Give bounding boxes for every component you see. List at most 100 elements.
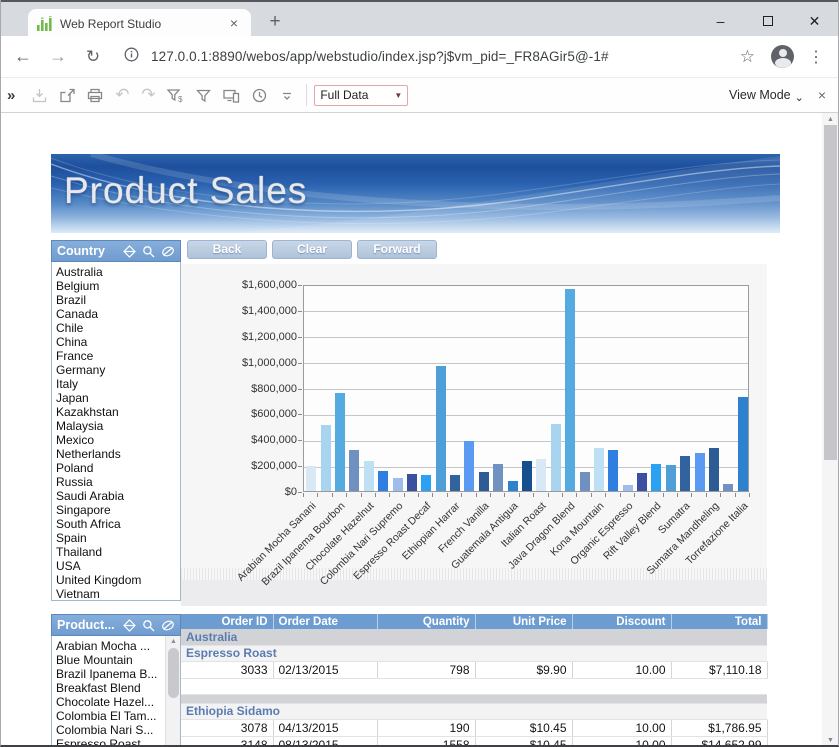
list-item[interactable]: Canada (56, 307, 180, 321)
bar[interactable] (378, 471, 388, 491)
bar[interactable] (723, 484, 733, 491)
table-column-header[interactable]: Order ID (181, 614, 273, 629)
filter-icon[interactable] (190, 84, 216, 106)
bar[interactable] (508, 481, 518, 491)
reload-icon[interactable]: ↻ (80, 47, 106, 67)
table-column-header[interactable]: Total (671, 614, 767, 629)
list-item[interactable]: Australia (56, 265, 180, 279)
list-item[interactable]: Kazakhstan (56, 405, 180, 419)
list-item[interactable]: Chocolate Hazel... (56, 695, 164, 709)
list-item[interactable]: Arabian Mocha ... (56, 639, 164, 653)
bar[interactable] (479, 472, 489, 491)
scrollbar-thumb[interactable] (824, 125, 837, 460)
bar[interactable] (335, 393, 345, 491)
bar[interactable] (594, 448, 604, 491)
schedule-icon[interactable] (246, 84, 272, 106)
forward-button[interactable]: Forward (357, 240, 437, 259)
list-item[interactable]: Poland (56, 461, 180, 475)
search-icon[interactable] (142, 619, 155, 632)
table-column-header[interactable]: Unit Price (475, 614, 572, 629)
bar[interactable] (522, 461, 532, 491)
bar[interactable] (565, 289, 575, 491)
dataset-select[interactable]: Full Data ▼ (314, 85, 408, 106)
save-icon[interactable] (26, 84, 52, 106)
scrollbar-thumb[interactable] (168, 648, 179, 698)
back-icon[interactable]: ← (10, 46, 36, 67)
list-item[interactable]: Malaysia (56, 419, 180, 433)
list-item[interactable]: Mexico (56, 433, 180, 447)
print-icon[interactable] (82, 84, 108, 106)
list-item[interactable]: Germany (56, 363, 180, 377)
filter-values-icon[interactable]: $ (162, 84, 188, 106)
bar[interactable] (738, 397, 748, 491)
redo-icon[interactable]: ↷ (135, 85, 161, 105)
list-item[interactable]: Singapore (56, 503, 180, 517)
browser-menu-icon[interactable]: ⋮ (808, 47, 824, 67)
list-item[interactable]: Saudi Arabia (56, 489, 180, 503)
undo-icon[interactable]: ↶ (109, 85, 135, 105)
bar[interactable] (637, 473, 647, 491)
table-row[interactable]: 314808/13/20151558$10.4510.00$14,652.99 (181, 736, 767, 747)
scroll-down-icon[interactable]: ▼ (822, 737, 838, 744)
list-item[interactable]: Blue Mountain (56, 653, 164, 667)
list-item[interactable]: Espresso Roast (56, 737, 164, 747)
new-tab-button[interactable]: + (261, 10, 289, 34)
list-item[interactable]: Netherlands (56, 447, 180, 461)
list-item[interactable]: Chile (56, 321, 180, 335)
bar[interactable] (493, 464, 503, 491)
bar[interactable] (421, 475, 431, 491)
bar[interactable] (407, 474, 417, 491)
tab-close-icon[interactable]: × (225, 15, 243, 33)
bar[interactable] (450, 475, 460, 491)
collapse-toolbar-icon[interactable] (274, 84, 300, 106)
list-item[interactable]: Breakfast Blend (56, 681, 164, 695)
table-row[interactable]: 303302/13/2015798$9.9010.00$7,110.18 (181, 661, 767, 678)
minimize-button[interactable]: – (697, 4, 744, 38)
list-item[interactable]: Vietnam (56, 587, 180, 601)
bar[interactable] (680, 456, 690, 491)
list-item[interactable]: China (56, 335, 180, 349)
scroll-up-icon[interactable]: ▲ (822, 116, 838, 123)
url-text[interactable]: 127.0.0.1:8890/webos/app/webstudio/index… (151, 49, 740, 64)
bar[interactable] (349, 450, 359, 491)
list-item[interactable]: USA (56, 559, 180, 573)
toolbar-overflow-icon[interactable]: » (7, 87, 15, 104)
bar[interactable] (536, 459, 546, 491)
forward-icon[interactable]: → (45, 46, 71, 67)
bar[interactable] (623, 485, 633, 491)
back-button[interactable]: Back (187, 240, 267, 259)
bar[interactable] (580, 472, 590, 491)
bar[interactable] (364, 461, 374, 491)
list-item[interactable]: Belgium (56, 279, 180, 293)
bar[interactable] (666, 465, 676, 491)
list-item[interactable]: Russia (56, 475, 180, 489)
bar[interactable] (436, 366, 446, 491)
bookmark-star-icon[interactable]: ☆ (740, 47, 755, 67)
bar[interactable] (321, 425, 331, 491)
browser-tab[interactable]: Web Report Studio × (28, 9, 251, 38)
devices-icon[interactable] (218, 84, 244, 106)
bar[interactable] (651, 464, 661, 491)
profile-avatar[interactable] (771, 45, 794, 68)
bar[interactable] (551, 424, 561, 491)
site-info-icon[interactable] (124, 47, 139, 67)
invert-selection-icon[interactable] (123, 619, 136, 632)
product-list-scrollbar[interactable]: ▲ (165, 636, 180, 746)
maximize-button[interactable] (744, 4, 791, 38)
clear-selection-icon[interactable] (161, 245, 175, 258)
list-item[interactable]: United Kingdom (56, 573, 180, 587)
list-item[interactable]: Brazil (56, 293, 180, 307)
bar[interactable] (608, 450, 618, 491)
export-icon[interactable] (54, 84, 80, 106)
table-column-header[interactable]: Order Date (273, 614, 377, 629)
view-mode-menu[interactable]: View Mode (729, 88, 791, 102)
bar[interactable] (306, 466, 316, 491)
scroll-up-icon[interactable]: ▲ (166, 638, 181, 645)
table-row[interactable]: 307804/13/2015190$10.4510.00$1,786.95 (181, 719, 767, 736)
table-column-header[interactable]: Quantity (377, 614, 475, 629)
list-item[interactable]: Spain (56, 531, 180, 545)
list-item[interactable]: Colombia El Tam... (56, 709, 164, 723)
bar[interactable] (393, 478, 403, 491)
table-column-header[interactable]: Discount (572, 614, 671, 629)
close-window-button[interactable]: ✕ (791, 4, 838, 38)
